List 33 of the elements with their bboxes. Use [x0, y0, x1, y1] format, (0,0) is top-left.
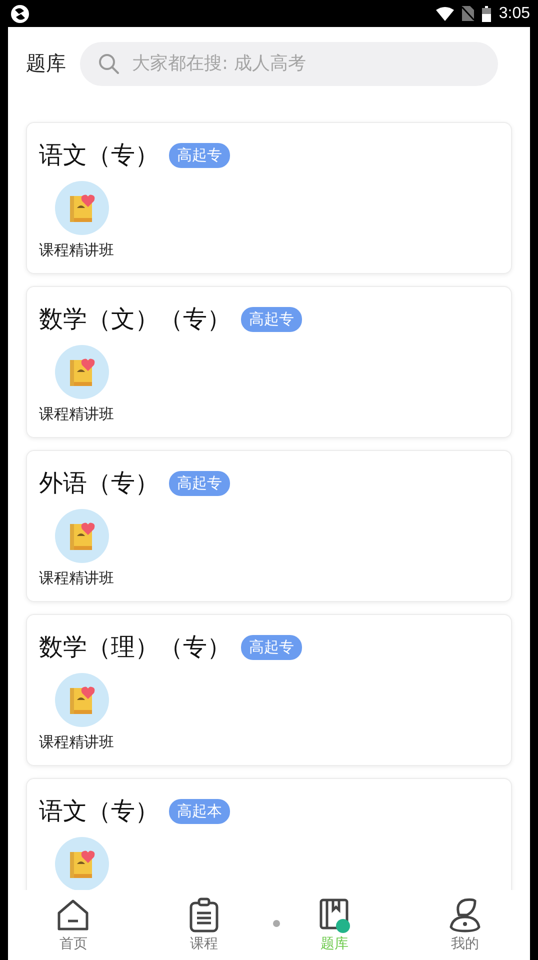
subject-title: 外语（专） [39, 468, 159, 499]
search-icon [98, 52, 120, 74]
course-label[interactable]: 课程精讲班 [39, 569, 114, 588]
course-label[interactable]: 课程精讲班 [39, 241, 114, 260]
level-badge: 高起专 [241, 634, 302, 660]
book-heart-icon[interactable] [55, 837, 109, 890]
no-sim-icon [462, 6, 474, 21]
subject-title: 数学（理）（专） [39, 632, 231, 663]
search-field[interactable]: 大家都在搜: 成人高考 [80, 42, 498, 86]
indicator-dot [273, 920, 280, 927]
level-badge: 高起专 [241, 306, 302, 332]
wifi-icon [436, 6, 454, 20]
battery-icon [482, 6, 491, 22]
nav-tab[interactable]: 首页 [55, 897, 92, 953]
status-time: 3:05 [498, 4, 530, 22]
course-label[interactable]: 课程精讲班 [39, 405, 114, 424]
course-label[interactable]: 课程精讲班 [39, 733, 114, 752]
subject-card[interactable]: 数学（理）（专） 高起专 课程精讲班 [26, 614, 512, 766]
page-title: 题库 [26, 50, 66, 77]
nav-tab[interactable]: 课程 [186, 897, 222, 953]
subject-card[interactable]: 数学（文）（专） 高起专 课程精讲班 [26, 286, 512, 438]
level-badge: 高起本 [169, 798, 230, 824]
level-badge: 高起专 [169, 142, 230, 168]
subject-card[interactable]: 语文（专） 高起专 课程精讲班 [26, 122, 512, 274]
home-icon [55, 897, 92, 933]
person-icon [446, 897, 483, 933]
subject-title: 语文（专） [39, 140, 159, 171]
app-logo-icon [10, 4, 30, 24]
nav-tab[interactable]: 我的 [446, 897, 483, 953]
subject-title: 语文（专） [39, 796, 159, 827]
subject-card[interactable]: 外语（专） 高起专 课程精讲班 [26, 450, 512, 602]
level-badge: 高起专 [169, 470, 230, 496]
subject-title: 数学（文）（专） [39, 304, 231, 335]
